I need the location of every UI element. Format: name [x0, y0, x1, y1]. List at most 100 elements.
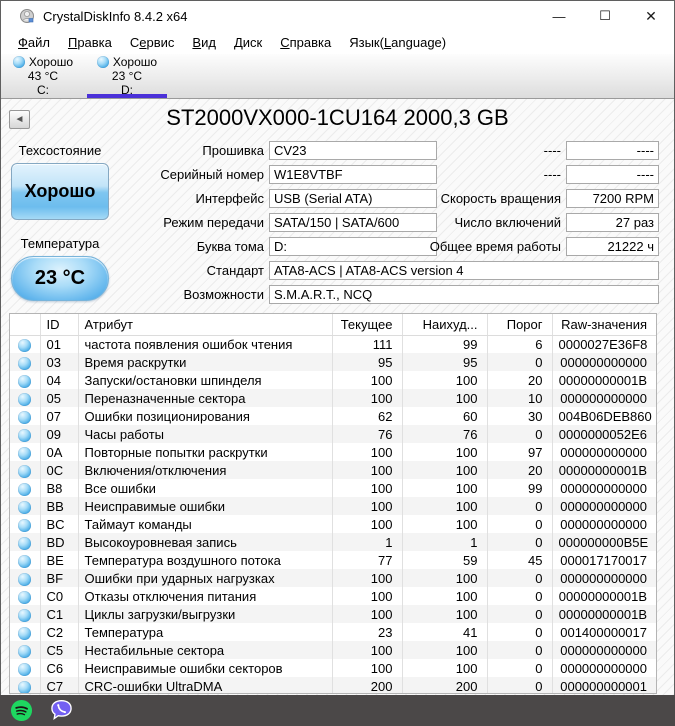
cell-id: B8 [40, 479, 79, 497]
table-row[interactable]: 01 частота появления ошибок чтения 111 99 6 0… [10, 335, 656, 353]
menu-item-edit[interactable]: Правка [59, 33, 121, 52]
table-row[interactable]: C0 Отказы отключения питания 100 100 0 000000… [10, 587, 656, 605]
cell-worst: 100 [402, 389, 488, 407]
smart-table-body: 01 частота появления ошибок чтения 111 99 6 0… [10, 335, 656, 693]
table-row[interactable]: 0A Повторные попытки раскрутки 100 100 97 000… [10, 443, 656, 461]
disk-tab-drive-letter: C: [37, 83, 49, 97]
row-status-cell [10, 533, 41, 551]
table-row[interactable]: BE Температура воздушного потока 77 59 45 000… [10, 551, 656, 569]
status-orb-icon [18, 392, 32, 406]
table-row[interactable]: 07 Ошибки позиционирования 62 60 30 004B06DEB… [10, 407, 656, 425]
status-orb-icon [18, 500, 32, 514]
minimize-button[interactable]: — [536, 1, 582, 31]
title-bar: CrystalDiskInfo 8.4.2 x64 — ☐ ✕ [1, 1, 674, 31]
table-row[interactable]: C6 Неисправимые ошибки секторов 100 100 0 000… [10, 659, 656, 677]
menu-item-disk[interactable]: Диск [225, 33, 271, 52]
cell-worst: 100 [402, 659, 488, 677]
cell-raw: 00000000001B [558, 588, 647, 604]
cell-worst: 100 [402, 461, 488, 479]
maximize-button[interactable]: ☐ [582, 1, 628, 31]
table-row[interactable]: C1 Циклы загрузки/выгрузки 100 100 0 00000000… [10, 605, 656, 623]
disk-tab-d[interactable]: Хорошо 23 °C D: [85, 54, 169, 98]
info-field-label: Прошивка [202, 143, 264, 158]
table-row[interactable]: C7 CRC-ошибки UltraDMA 200 200 0 000000000001 [10, 677, 656, 693]
info-field-label: Число включений [454, 215, 562, 230]
cell-threshold: 20 [487, 461, 553, 479]
cell-id: BE [40, 551, 79, 569]
menu-item-view[interactable]: Вид [183, 33, 225, 52]
cell-threshold: 0 [487, 533, 553, 551]
row-status-cell [10, 605, 41, 623]
cell-id: C6 [40, 659, 79, 677]
column-header-threshold[interactable]: Порог [487, 314, 553, 336]
menu-item-help[interactable]: Справка [271, 33, 340, 52]
row-status-cell [10, 623, 41, 641]
table-row[interactable]: BB Неисправимые ошибки 100 100 0 000000000000 [10, 497, 656, 515]
column-header-raw[interactable]: Raw-значения [552, 314, 656, 336]
menu-item-function[interactable]: Сервис [121, 33, 184, 52]
cell-threshold: 0 [487, 497, 553, 515]
status-orb-icon [18, 644, 32, 658]
column-header-status[interactable] [10, 314, 41, 336]
column-header-worst[interactable]: Наихуд... [402, 314, 488, 336]
table-row[interactable]: 04 Запуски/остановки шпинделя 100 100 20 0000… [10, 371, 656, 389]
info-field-label: ---- [543, 143, 561, 158]
cell-raw: 001400000017 [560, 624, 647, 640]
table-row[interactable]: B8 Все ошибки 100 100 99 000000000000 [10, 479, 656, 497]
close-button[interactable]: ✕ [628, 1, 674, 31]
table-row[interactable]: BC Таймаут команды 100 100 0 000000000000 [10, 515, 656, 533]
cell-threshold: 0 [487, 623, 553, 641]
row-status-cell [10, 407, 41, 425]
disk-tab-c[interactable]: Хорошо 43 °C C: [1, 54, 85, 98]
column-header-id[interactable]: ID [40, 314, 79, 336]
info-field-label: Буква тома [196, 239, 264, 254]
info-field-value: 7200 RPM [566, 189, 659, 208]
spotify-icon[interactable] [10, 699, 33, 722]
column-header-attribute[interactable]: Атрибут [78, 314, 333, 336]
info-field-label: Стандарт [206, 263, 264, 278]
cell-attribute: частота появления ошибок чтения [78, 335, 333, 353]
table-row[interactable]: BD Высокоуровневая запись 1 1 0 000000000B5E [10, 533, 656, 551]
cell-id: BF [40, 569, 79, 587]
cell-current: 1 [332, 533, 403, 551]
status-orb-icon [18, 572, 32, 586]
row-status-cell [10, 551, 41, 569]
row-status-cell [10, 353, 41, 371]
menu-item-language[interactable]: Язык(Language) [340, 33, 455, 52]
cell-id: BD [40, 533, 79, 551]
status-orb-icon [18, 554, 32, 568]
menu-bar: Файл Правка Сервис Вид Диск Справка Язык(Langu… [1, 31, 674, 54]
info-field-value: 21222 ч [566, 237, 659, 256]
cell-current: 100 [332, 569, 403, 587]
table-row[interactable]: 05 Переназначенные сектора 100 100 10 0000000… [10, 389, 656, 407]
cell-worst: 95 [402, 353, 488, 371]
table-row[interactable]: C2 Температура 23 41 0 001400000017 [10, 623, 656, 641]
cell-threshold: 30 [487, 407, 553, 425]
row-status-cell [10, 461, 41, 479]
row-status-cell [10, 335, 41, 353]
viber-icon[interactable] [50, 699, 73, 722]
cell-attribute: Переназначенные сектора [78, 389, 333, 407]
cell-raw: 000000000000 [560, 480, 647, 496]
cell-attribute: Запуски/остановки шпинделя [78, 371, 333, 389]
status-orb-icon [12, 56, 25, 68]
cell-threshold: 0 [487, 569, 553, 587]
status-orb-icon [18, 680, 32, 693]
table-row[interactable]: BF Ошибки при ударных нагрузках 100 100 0 000… [10, 569, 656, 587]
cell-threshold: 99 [487, 479, 553, 497]
disk-tab-strip: Хорошо 43 °C C: Хорошо 23 °C D: [1, 54, 674, 99]
cell-worst: 1 [402, 533, 488, 551]
status-orb-icon [18, 356, 32, 370]
info-field-label: Интерфейс [195, 191, 264, 206]
table-row[interactable]: 0C Включения/отключения 100 100 20 0000000000… [10, 461, 656, 479]
table-row[interactable]: 03 Время раскрутки 95 95 0 000000000000 [10, 353, 656, 371]
disk-tab-status: Хорошо [85, 55, 169, 69]
cell-threshold: 0 [487, 641, 553, 659]
status-orb-icon [18, 428, 32, 442]
column-header-current[interactable]: Текущее [332, 314, 403, 336]
table-row[interactable]: C5 Нестабильные сектора 100 100 0 00000000000… [10, 641, 656, 659]
app-icon [20, 9, 34, 23]
menu-item-file[interactable]: Файл [9, 33, 59, 52]
cell-worst: 41 [402, 623, 488, 641]
table-row[interactable]: 09 Часы работы 76 76 0 0000000052E6 [10, 425, 656, 443]
